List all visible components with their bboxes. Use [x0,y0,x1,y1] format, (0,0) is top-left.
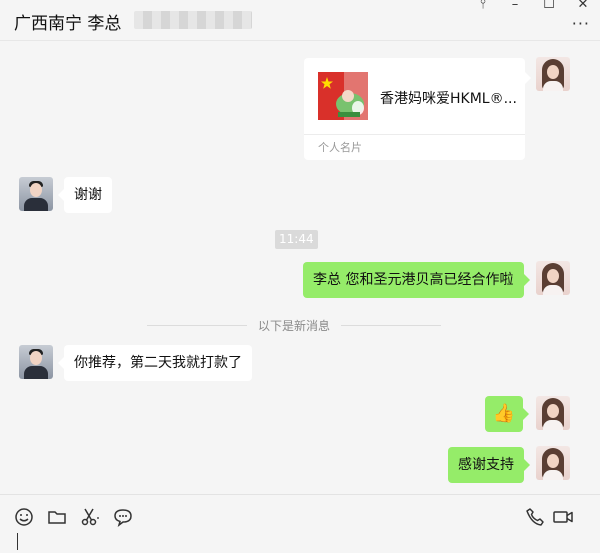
contact-card-message[interactable]: 香港妈咪爱HKML®... 个人名片 [304,58,531,160]
chat-bubble-icon[interactable] [112,506,134,528]
card-contact-name: 香港妈咪爱HKML®... [380,91,517,107]
my-avatar[interactable] [536,396,570,430]
maximize-icon[interactable]: ☐ [542,0,556,12]
close-icon[interactable]: ✕ [576,0,590,12]
contact-avatar[interactable] [19,177,53,211]
new-messages-divider: 以下是新消息 [258,319,331,333]
phone-icon[interactable] [524,506,546,528]
card-divider [304,134,525,135]
card-thumbnail-image [318,72,368,120]
divider-line-left [147,325,247,326]
video-icon[interactable] [552,506,574,528]
my-avatar[interactable] [536,446,570,480]
minimize-icon[interactable]: – [508,0,522,12]
incoming-message[interactable]: 谢谢 [58,177,112,213]
card-type-label: 个人名片 [318,141,362,154]
my-avatar[interactable] [536,57,570,91]
contact-avatar[interactable] [19,345,53,379]
redacted-title-suffix [134,11,252,29]
thumbs-up-icon: 👍 [492,403,516,424]
card-thumbnail [318,72,368,120]
chat-title: 广西南宁 李总 [14,14,122,34]
message-timestamp: 11:44 [275,230,318,249]
my-avatar[interactable] [536,261,570,295]
emoji-icon[interactable] [13,506,35,528]
scissors-icon[interactable] [79,506,101,528]
thumbs-up-emoji-message[interactable]: 👍 [485,396,529,432]
divider-line-right [341,325,441,326]
pin-icon[interactable]: ⫯ [476,0,490,12]
input-area[interactable] [0,494,600,553]
outgoing-message[interactable]: 李总 您和圣元港贝高已经合作啦 [303,262,530,298]
more-options-icon[interactable]: ··· [572,14,590,33]
title-bar: 广西南宁 李总 ⫯ – ☐ ✕ ··· [0,0,600,40]
folder-icon[interactable] [46,506,68,528]
outgoing-message[interactable]: 感谢支持 [448,447,530,483]
chat-message-area[interactable]: 香港妈咪爱HKML®... 个人名片 谢谢 11:44 李总 您和圣元港贝高已经… [0,40,600,494]
incoming-message[interactable]: 你推荐，第二天我就打款了 [58,345,252,381]
text-cursor [17,533,18,550]
